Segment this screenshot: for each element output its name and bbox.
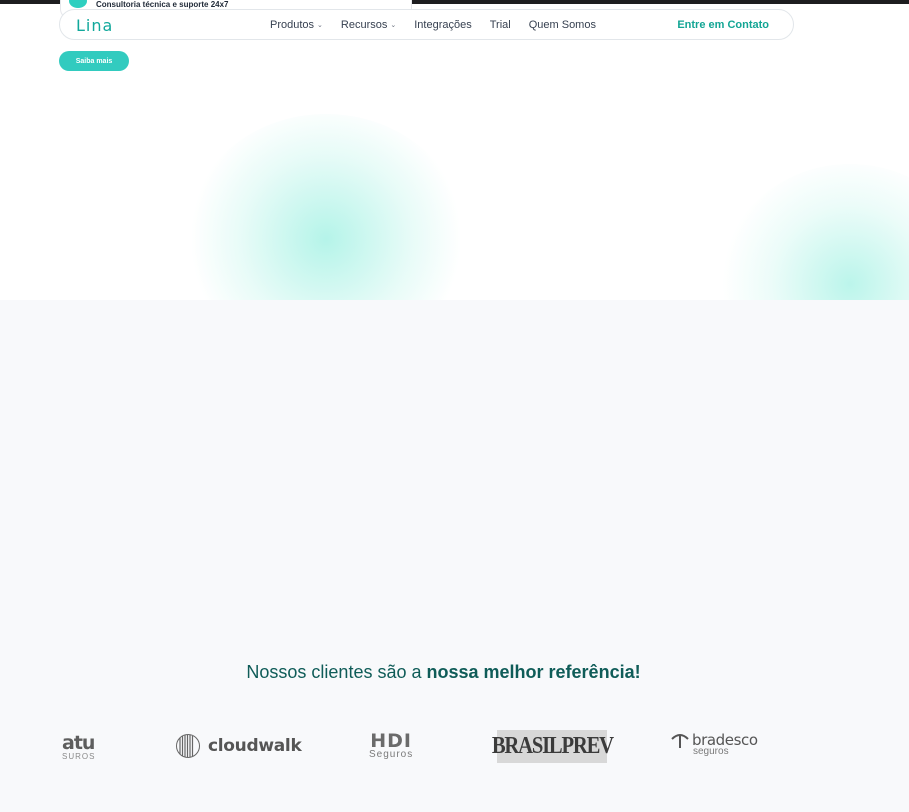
brasilprev-logo-text: BRASILPREV	[491, 733, 614, 759]
feature-card-icon	[69, 0, 87, 8]
nav-item-label: Trial	[489, 19, 511, 31]
client-logo-itau: atu SUROS	[62, 732, 95, 761]
nav-item-integracoes[interactable]: Integrações	[414, 19, 471, 31]
bradesco-tree-icon	[671, 734, 689, 748]
client-logo-brasilprev: BRASILPREV	[492, 730, 614, 763]
client-logo-hdi: HDI Seguros	[369, 730, 413, 760]
decorative-glow-right	[720, 164, 909, 300]
nav-item-label: Produtos	[270, 19, 315, 31]
brand-logo[interactable]: Lina	[76, 16, 113, 35]
nav-item-label: Quem Somos	[528, 19, 596, 31]
learn-more-button[interactable]: Saiba mais	[59, 51, 129, 71]
chevron-down-icon: ⌄	[317, 22, 323, 29]
nav-item-label: Recursos	[340, 19, 388, 31]
nav-item-label: Integrações	[414, 19, 472, 31]
nav-item-recursos[interactable]: Recursos ⌄	[341, 19, 396, 31]
client-logo-cloudwalk: cloudwalk	[176, 731, 302, 761]
cloudwalk-logo-text: cloudwalk	[208, 736, 302, 756]
nav-item-produtos[interactable]: Produtos ⌄	[270, 19, 323, 31]
hero-section	[0, 4, 909, 300]
decorative-glow-left	[186, 114, 466, 300]
itau-logo-subtext: SUROS	[62, 752, 96, 761]
top-navigation-bar: Lina Produtos ⌄ Recursos ⌄ Integrações T…	[59, 9, 794, 40]
chevron-down-icon: ⌄	[390, 22, 397, 29]
nav-links: Produtos ⌄ Recursos ⌄ Integrações Trial …	[270, 19, 614, 31]
contact-link[interactable]: Entre em Contato	[677, 19, 769, 31]
feature-card-text: Consultoria técnica e suporte 24x7	[96, 0, 229, 9]
clients-heading: Nossos clientes são a nossa melhor refer…	[0, 662, 909, 683]
itau-logo-text: atu	[62, 732, 95, 754]
client-logo-bradesco: bradesco seguros	[670, 730, 758, 757]
nav-item-quem-somos[interactable]: Quem Somos	[529, 19, 596, 31]
clients-section: Nossos clientes são a nossa melhor refer…	[0, 300, 909, 812]
nav-item-trial[interactable]: Trial	[490, 19, 511, 31]
client-logos-carousel: atu SUROS cloudwalk HDI Seguros BRASILPR…	[0, 720, 909, 780]
clients-heading-bold: nossa melhor referência!	[426, 662, 641, 682]
clients-heading-normal: Nossos clientes são a	[246, 662, 427, 682]
cloudwalk-mark-icon	[176, 734, 200, 758]
hdi-logo-subtext: Seguros	[369, 749, 414, 760]
